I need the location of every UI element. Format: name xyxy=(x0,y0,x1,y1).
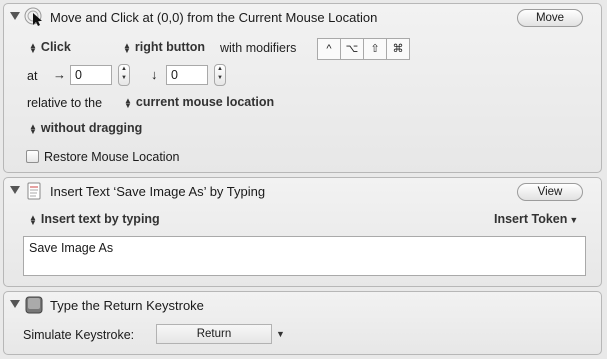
with-modifiers-label: with modifiers xyxy=(220,41,297,55)
action-insert-text: Insert Text ‘Save Image As’ by Typing Vi… xyxy=(3,177,602,287)
x-arrow-icon: → xyxy=(53,67,66,82)
action-header: Insert Text ‘Save Image As’ by Typing Vi… xyxy=(4,178,601,204)
updown-icon: ▲ ▼ xyxy=(29,40,37,55)
x-coordinate-field[interactable]: 0 xyxy=(70,65,112,85)
move-button[interactable]: Move xyxy=(517,9,583,27)
keyboard-key-icon xyxy=(25,296,43,314)
at-label: at xyxy=(27,69,38,83)
drag-value: without dragging xyxy=(40,121,143,135)
y-stepper[interactable]: ▲ ▼ xyxy=(214,64,226,86)
mouse-button-value: right button xyxy=(134,40,206,54)
action-title: Insert Text ‘Save Image As’ by Typing xyxy=(50,184,266,199)
updown-icon: ▲ ▼ xyxy=(123,40,131,55)
action-header: Type the Return Keystroke xyxy=(4,292,601,318)
action-move-click: Move and Click at (0,0) from the Current… xyxy=(3,3,602,173)
y-coordinate-field[interactable]: 0 xyxy=(166,65,208,85)
updown-icon: ▲ ▼ xyxy=(124,95,132,110)
command-modifier-button[interactable]: ⌘ xyxy=(387,39,409,59)
modifier-buttons: ^ ⌥ ⇧ ⌘ xyxy=(317,38,410,60)
relative-label: relative to the xyxy=(27,96,103,110)
view-button[interactable]: View xyxy=(517,183,583,201)
text-to-insert-field[interactable]: Save Image As xyxy=(23,236,586,276)
keystroke-dropdown-arrow-icon[interactable]: ▼ xyxy=(276,329,285,339)
disclosure-triangle-icon[interactable] xyxy=(10,300,20,308)
y-arrow-icon: ↓ xyxy=(151,67,158,82)
disclosure-triangle-icon[interactable] xyxy=(10,12,20,20)
click-type-value: Click xyxy=(40,40,71,54)
mouse-button-popup[interactable]: ▲ ▼ right button xyxy=(123,40,205,54)
updown-icon: ▲ ▼ xyxy=(29,121,37,136)
action-title: Type the Return Keystroke xyxy=(50,298,204,313)
mouse-click-icon xyxy=(24,7,42,26)
x-stepper[interactable]: ▲ ▼ xyxy=(118,64,130,86)
insert-token-menu[interactable]: Insert Token ▼ xyxy=(494,212,578,226)
insert-token-label: Insert Token xyxy=(494,212,568,226)
insert-mode-value: Insert text by typing xyxy=(40,212,160,226)
restore-mouse-checkbox[interactable] xyxy=(26,150,39,163)
insert-mode-popup[interactable]: ▲ ▼ Insert text by typing xyxy=(29,212,160,226)
click-type-popup[interactable]: ▲ ▼ Click xyxy=(29,40,71,54)
action-type-keystroke: Type the Return Keystroke Simulate Keyst… xyxy=(3,291,602,355)
text-document-icon xyxy=(27,182,41,200)
restore-mouse-label: Restore Mouse Location xyxy=(44,150,180,164)
action-header: Move and Click at (0,0) from the Current… xyxy=(4,4,601,30)
updown-icon: ▲ ▼ xyxy=(29,212,37,227)
simulate-keystroke-label: Simulate Keystroke: xyxy=(23,328,135,342)
action-title: Move and Click at (0,0) from the Current… xyxy=(50,10,378,25)
keystroke-field[interactable]: Return xyxy=(156,324,272,344)
control-modifier-button[interactable]: ^ xyxy=(318,39,341,59)
drag-popup[interactable]: ▲ ▼ without dragging xyxy=(29,121,142,135)
relative-popup[interactable]: ▲ ▼ current mouse location xyxy=(124,95,274,109)
relative-value: current mouse location xyxy=(135,95,275,109)
option-modifier-button[interactable]: ⌥ xyxy=(341,39,364,59)
dropdown-arrow-icon: ▼ xyxy=(569,215,579,225)
disclosure-triangle-icon[interactable] xyxy=(10,186,20,194)
shift-modifier-button[interactable]: ⇧ xyxy=(364,39,387,59)
